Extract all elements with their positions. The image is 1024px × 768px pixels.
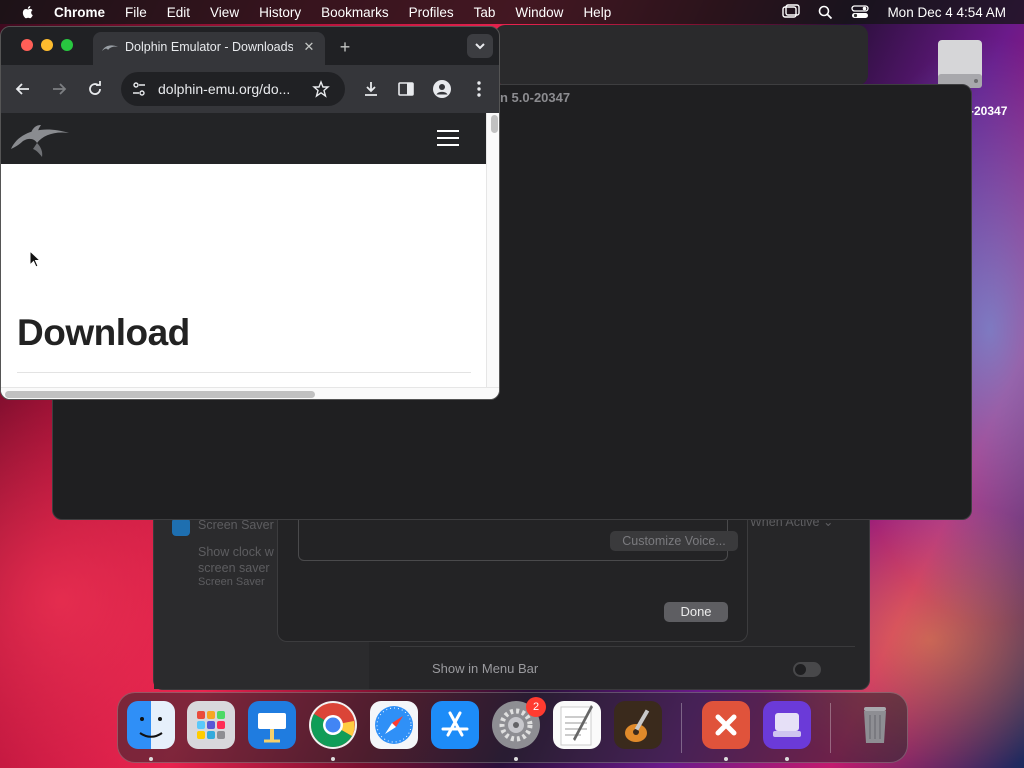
textedit-icon[interactable]	[553, 701, 601, 749]
keynote-icon[interactable]	[248, 701, 296, 749]
side-panel-icon[interactable]	[396, 79, 416, 99]
menu-history[interactable]: History	[259, 5, 301, 20]
menu-bar: Chrome File Edit View History Bookmarks …	[0, 0, 1024, 24]
customize-voice-button[interactable]: Customize Voice...	[610, 531, 738, 551]
horizontal-scrollbar[interactable]	[1, 387, 499, 399]
dolphin-favicon-icon	[102, 45, 118, 51]
finder-icon[interactable]	[127, 701, 175, 749]
disk-image-drive-icon[interactable]	[932, 38, 988, 90]
done-button[interactable]: Done	[664, 602, 728, 622]
dolphin-window-title: n 5.0-20347	[500, 90, 571, 105]
tab-strip: Dolphin Emulator - Downloads ✕ +	[1, 27, 499, 65]
screen-saver-icon	[172, 518, 190, 536]
profile-avatar-icon[interactable]	[432, 79, 452, 99]
disk-utility-running-dot	[785, 757, 789, 761]
more-menu-icon[interactable]	[469, 79, 489, 99]
show-in-menu-bar-label: Show in Menu Bar	[432, 661, 539, 676]
forward-arrow-icon[interactable]	[49, 79, 69, 99]
menu-bookmarks[interactable]: Bookmarks	[321, 5, 389, 20]
url-text[interactable]: dolphin-emu.org/do...	[158, 81, 304, 97]
chrome-icon[interactable]	[309, 701, 357, 749]
show-in-menu-bar-toggle[interactable]	[793, 662, 821, 677]
page-title: Download	[17, 312, 190, 353]
background-window	[495, 25, 868, 85]
screen-mirroring-icon[interactable]	[782, 4, 801, 20]
mouse-pointer-icon	[29, 250, 41, 268]
new-tab-button[interactable]: +	[333, 35, 357, 59]
menu-profiles[interactable]: Profiles	[409, 5, 454, 20]
reload-icon[interactable]	[85, 79, 105, 99]
menu-tab[interactable]: Tab	[474, 5, 496, 20]
apple-menu-icon[interactable]	[20, 4, 36, 20]
system-settings-icon[interactable]: 2	[492, 697, 546, 749]
menu-file[interactable]: File	[125, 5, 147, 20]
notification-badge: 2	[526, 697, 546, 717]
tab-title: Dolphin Emulator - Downloads	[125, 40, 293, 54]
tab-dolphin-downloads[interactable]: Dolphin Emulator - Downloads ✕	[93, 32, 325, 65]
dock-separator	[681, 703, 682, 753]
menu-edit[interactable]: Edit	[167, 5, 190, 20]
disk-utility-app-icon[interactable]	[763, 701, 811, 749]
finder-running-dot	[149, 757, 153, 761]
address-bar[interactable]: dolphin-emu.org/do...	[121, 72, 345, 106]
page-viewport: Download	[1, 113, 499, 399]
downloads-icon[interactable]	[361, 79, 381, 99]
screen-saver-caption: Screen Saver	[198, 576, 265, 588]
menu-window[interactable]: Window	[515, 5, 563, 20]
drive-label: -20347	[970, 104, 1008, 118]
remote-desktop-running-dot	[724, 757, 728, 761]
minimize-window-button[interactable]	[41, 39, 53, 51]
safari-icon[interactable]	[370, 701, 418, 749]
site-header	[1, 113, 486, 164]
control-center-icon[interactable]	[851, 5, 870, 19]
remote-desktop-icon[interactable]	[702, 701, 750, 749]
garageband-icon[interactable]	[614, 701, 662, 749]
tab-search-button[interactable]	[467, 34, 493, 58]
zoom-window-button[interactable]	[61, 39, 73, 51]
dock: 2	[117, 692, 908, 763]
menu-view[interactable]: View	[210, 5, 239, 20]
chrome-running-dot	[331, 757, 335, 761]
app-store-icon[interactable]	[431, 701, 479, 749]
show-in-menu-bar-row: Show in Menu Bar	[390, 646, 855, 691]
browser-toolbar: dolphin-emu.org/do...	[1, 65, 499, 113]
menu-help[interactable]: Help	[583, 5, 611, 20]
launchpad-icon[interactable]	[187, 701, 235, 749]
site-info-icon[interactable]	[131, 81, 147, 97]
show-clock-text: Show clock w	[198, 545, 274, 559]
show-clock-text-2: screen saver	[198, 561, 270, 575]
menubar-clock[interactable]: Mon Dec 4 4:54 AM	[887, 5, 1006, 20]
bookmark-star-icon[interactable]	[312, 80, 330, 98]
horizontal-scroll-thumb[interactable]	[5, 391, 315, 398]
hamburger-menu-icon[interactable]	[437, 130, 459, 148]
chrome-window: Dolphin Emulator - Downloads ✕ + dolphin…	[0, 26, 500, 400]
system-settings-running-dot	[514, 757, 518, 761]
chevron-down-icon	[475, 43, 485, 50]
trash-icon[interactable]	[851, 701, 899, 749]
dock-separator-2	[830, 703, 831, 753]
menu-app-chrome[interactable]: Chrome	[54, 5, 105, 20]
close-window-button[interactable]	[21, 39, 33, 51]
back-arrow-icon[interactable]	[13, 79, 33, 99]
vertical-scrollbar[interactable]	[486, 113, 499, 387]
tab-close-icon[interactable]: ✕	[301, 39, 317, 55]
divider	[17, 372, 471, 373]
spotlight-search-icon[interactable]	[818, 5, 833, 20]
vertical-scroll-thumb[interactable]	[491, 115, 498, 133]
screen-saver-label: Screen Saver	[198, 518, 274, 532]
dolphin-logo-icon[interactable]	[9, 119, 71, 159]
